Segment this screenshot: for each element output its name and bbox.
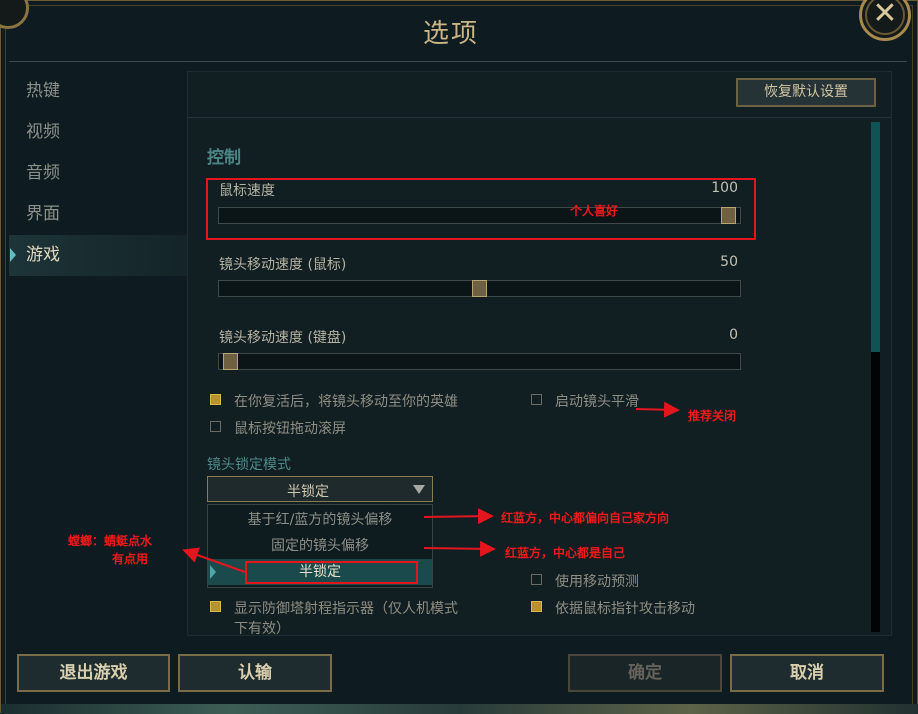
arrow-red-blue-offset [423, 508, 494, 525]
arrow-recommend-off [635, 401, 680, 418]
annotation-arrows [182, 401, 680, 573]
arrow-red-blue-center [423, 540, 496, 557]
arrow-mantis [182, 547, 246, 573]
